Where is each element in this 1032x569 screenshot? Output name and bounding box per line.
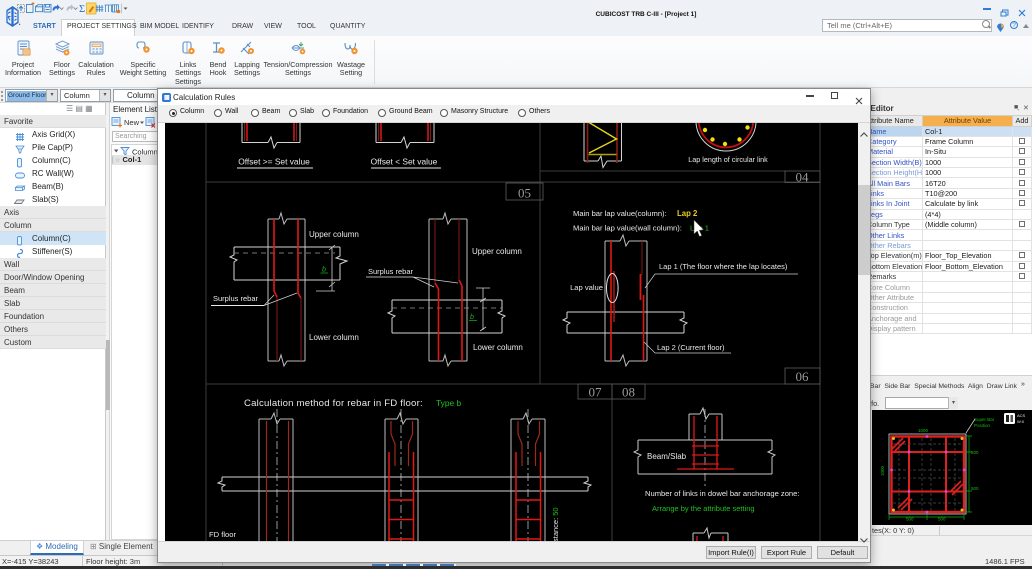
svg-text:Lower column: Lower column (309, 333, 359, 342)
svg-text:07: 07 (589, 385, 603, 400)
svg-text:500: 500 (938, 517, 946, 522)
svg-text:Upper column: Upper column (309, 230, 359, 239)
svg-text:500: 500 (971, 486, 979, 491)
svg-text:stance: 50: stance: 50 (551, 507, 560, 541)
svg-text:Beam/Slab: Beam/Slab (647, 452, 687, 461)
svg-text:06: 06 (796, 369, 810, 384)
svg-text:Offset < Set value: Offset < Set value (371, 157, 438, 167)
svg-text:Type b: Type b (436, 398, 461, 408)
svg-text:b: b (322, 267, 326, 274)
svg-text:Lap 2 (Current floor): Lap 2 (Current floor) (657, 343, 725, 352)
svg-text:Main bar lap value(column):: Main bar lap value(column): (573, 209, 667, 218)
svg-text:500: 500 (906, 517, 914, 522)
svg-text:Calculation method for rebar i: Calculation method for rebar in FD floor… (244, 398, 423, 409)
svg-text:Surplus rebar: Surplus rebar (213, 294, 259, 303)
svg-text:Σ: Σ (79, 4, 85, 15)
svg-text:1000: 1000 (918, 428, 929, 433)
svg-text:05: 05 (518, 186, 531, 201)
svg-text:Surplus rebar: Surplus rebar (368, 267, 414, 276)
svg-text:08: 08 (622, 385, 635, 400)
svg-text:W:0: W:0 (1017, 419, 1025, 424)
svg-text:Offset >= Set value: Offset >= Set value (238, 157, 310, 167)
svg-text:Lap 1 (The floor where the lap: Lap 1 (The floor where the lap locates) (659, 262, 788, 271)
svg-text:Number of links in dowel bar a: Number of links in dowel bar anchorage z… (645, 489, 800, 498)
svg-text:New: New (124, 118, 140, 127)
svg-text:b: b (470, 314, 474, 321)
svg-text:Main bar lap value(wall column: Main bar lap value(wall column): (573, 224, 682, 233)
svg-text:Upper column: Upper column (472, 247, 522, 256)
svg-text:04: 04 (796, 170, 810, 185)
svg-text:1000: 1000 (880, 465, 885, 476)
svg-text:Arrange by the attribute setti: Arrange by the attribute setting (652, 504, 755, 513)
svg-text:500: 500 (971, 450, 979, 455)
svg-text:FD floor: FD floor (209, 530, 236, 539)
svg-text:ACS: ACS (1017, 413, 1026, 418)
svg-text:Super Bar: Super Bar (974, 417, 995, 422)
svg-text:Lap length of circular link: Lap length of circular link (688, 155, 768, 164)
svg-text:Lap value: Lap value (570, 283, 603, 292)
svg-text:Lower column: Lower column (473, 343, 523, 352)
svg-text:Lap 2: Lap 2 (677, 209, 698, 218)
svg-text:Position: Position (974, 423, 991, 428)
